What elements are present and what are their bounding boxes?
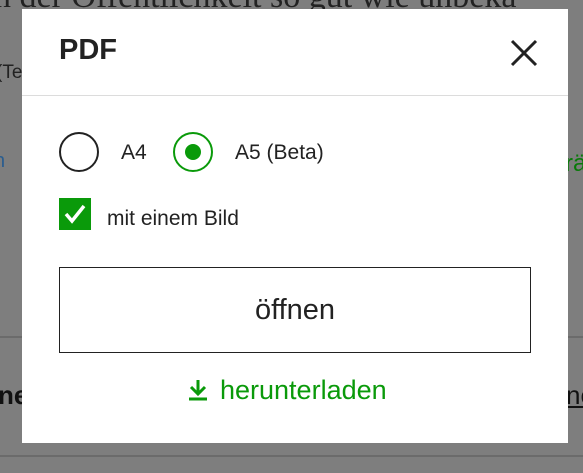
download-label: herunterladen <box>220 374 387 405</box>
radio-a5-label: A5 (Beta) <box>235 141 324 164</box>
dialog-header: PDF <box>22 9 568 96</box>
background-text: (Te <box>0 62 23 83</box>
with-image-label: mit einem Bild <box>107 207 239 230</box>
download-link[interactable]: herunterladen <box>188 373 387 407</box>
download-icon <box>189 380 207 401</box>
checkmark-icon <box>64 204 86 224</box>
with-image-option: mit einem Bild <box>59 198 359 232</box>
radio-a5-beta[interactable] <box>173 132 213 172</box>
format-options: A4 A5 (Beta) <box>59 132 539 176</box>
dialog-title: PDF <box>59 34 117 66</box>
radio-a4-label: A4 <box>121 141 147 164</box>
pdf-dialog: PDF A4 A5 (Beta) mit einem Bild öffnen h… <box>22 9 568 443</box>
background-link-left: n <box>0 150 5 176</box>
close-icon <box>510 39 538 67</box>
radio-a4[interactable] <box>59 132 99 172</box>
open-button[interactable]: öffnen <box>59 267 531 353</box>
close-button[interactable] <box>504 33 544 73</box>
background-underlined-text: ne <box>566 380 583 410</box>
background-divider <box>0 455 583 457</box>
with-image-checkbox[interactable] <box>59 198 91 230</box>
